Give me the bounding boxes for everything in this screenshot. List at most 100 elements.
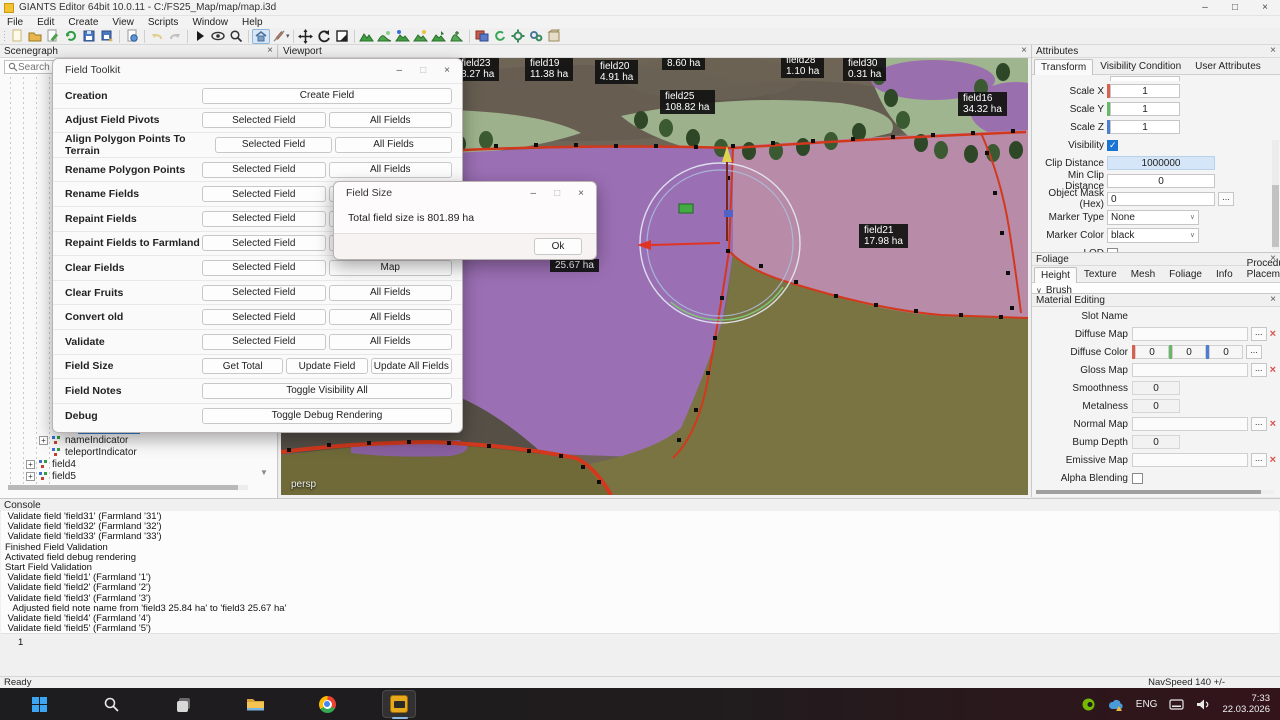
toolkit-button[interactable]: Selected Field [202,285,326,301]
min-clip-distance-input[interactable] [1107,174,1215,188]
scenegraph-close-icon[interactable]: × [267,46,273,56]
terrain-detail-icon[interactable] [448,29,466,44]
metalness-input[interactable] [1132,399,1180,413]
expander-icon[interactable]: + [26,472,35,481]
attributes-tab-visibility-condition[interactable]: Visibility Condition [1093,58,1188,74]
menu-item-edit[interactable]: Edit [30,17,61,28]
camera-home-icon[interactable] [252,29,270,44]
reload-icon[interactable] [62,29,80,44]
zoom-icon[interactable] [227,29,245,44]
expander-icon[interactable]: + [39,436,48,445]
foliage-tab-foliage[interactable]: Foliage [1162,266,1209,282]
scenegraph-hscrollbar[interactable] [8,485,248,490]
foliage-tab-procedural-placement[interactable]: Procedural Placement [1240,255,1280,282]
undo-icon[interactable] [148,29,166,44]
marker-color-select[interactable]: black∨ [1107,228,1199,243]
toolkit-button[interactable]: Toggle Visibility All [202,383,452,399]
scale-y-input[interactable] [1110,102,1180,116]
scenegraph-item[interactable]: +field5 [0,470,270,482]
attributes-vscrollbar[interactable] [1272,140,1279,250]
smoothness-input[interactable] [1132,381,1180,395]
diffuse-color-b-input[interactable] [1209,345,1243,359]
expander-icon[interactable]: + [26,460,35,469]
draw-mode-caret-icon[interactable]: ▾ [286,32,290,40]
emissive-map-field[interactable] [1132,453,1248,467]
redo-icon[interactable] [166,29,184,44]
toolkit-button[interactable]: Selected Field [202,235,326,251]
foliage-tab-texture[interactable]: Texture [1077,266,1124,282]
diffuse-color-r-input[interactable] [1135,345,1169,359]
toolkit-button[interactable]: Toggle Debug Rendering [202,408,452,424]
toolkit-button[interactable]: All Fields [329,285,453,301]
foliage-tab-height[interactable]: Height [1034,267,1077,283]
field-toolkit-titlebar[interactable]: Field Toolkit – □ × [53,59,462,81]
menu-item-create[interactable]: Create [61,17,105,28]
chrome-button[interactable] [310,690,344,718]
emissive-map-remove-icon[interactable]: × [1270,454,1276,466]
toolkit-button[interactable]: All Fields [329,334,453,350]
scale-z-input[interactable] [1110,120,1180,134]
window-restore-button[interactable]: □ [1220,0,1250,15]
cloud-tray-icon[interactable] [1108,698,1124,711]
toolkit-button[interactable]: Selected Field [215,137,332,153]
toolkit-button[interactable]: All Fields [329,162,453,178]
menu-item-scripts[interactable]: Scripts [141,17,186,28]
replace-material-icon[interactable] [473,29,491,44]
console-log[interactable]: Validate field 'field31' (Farmland '31')… [1,511,1279,634]
taskbar-clock[interactable]: 7:33 22.03.2026 [1222,693,1270,715]
scenegraph-item[interactable]: +field4 [0,458,270,470]
foliage-tab-info[interactable]: Info [1209,266,1240,282]
normal-map-browse-button[interactable]: ... [1251,417,1267,431]
object-mask-input[interactable] [1107,192,1215,206]
toolkit-button[interactable]: All Fields [335,137,452,153]
taskbar-search-button[interactable] [94,690,128,718]
open-file-icon[interactable] [26,29,44,44]
scenegraph-item[interactable]: +nameIndicator [0,434,270,446]
terrain-smooth-icon[interactable] [376,29,394,44]
visibility-eye-icon[interactable] [209,29,227,44]
toolkit-button[interactable]: Update All Fields [371,358,452,374]
scale-x-input[interactable] [1110,84,1180,98]
menu-item-window[interactable]: Window [185,17,235,28]
gloss-map-remove-icon[interactable]: × [1270,364,1276,376]
toolkit-button[interactable]: Selected Field [202,309,326,325]
clip-distance-value[interactable]: 1000000 [1107,156,1215,170]
task-view-button[interactable] [166,690,200,718]
toolkit-button[interactable]: Map [329,260,453,276]
bump-depth-input[interactable] [1132,435,1180,449]
scroll-down-icon[interactable]: ▼ [260,468,268,477]
foliage-tab-mesh[interactable]: Mesh [1124,266,1162,282]
toolkit-button[interactable]: Selected Field [202,211,326,227]
rotate-mode-icon[interactable] [315,29,333,44]
gloss-map-field[interactable] [1132,363,1248,377]
material-close-icon[interactable]: × [1270,295,1276,305]
marker-type-select[interactable]: None∨ [1107,210,1199,225]
dialog-close-button[interactable]: × [444,65,450,76]
menu-item-help[interactable]: Help [235,17,270,28]
toolkit-button[interactable]: All Fields [329,112,453,128]
viewport-close-icon[interactable]: × [1021,46,1027,56]
menu-item-view[interactable]: View [105,17,141,28]
terrain-paint-icon[interactable] [412,29,430,44]
toolkit-button[interactable]: Create Field [202,88,452,104]
console-input[interactable]: 1 [18,637,23,648]
toolkit-button[interactable]: Selected Field [202,186,326,202]
emissive-map-browse-button[interactable]: ... [1251,453,1267,467]
material-hscrollbar[interactable] [1036,490,1274,494]
translate-mode-icon[interactable] [297,29,315,44]
toolkit-button[interactable]: Selected Field [202,162,326,178]
dialog-close-button[interactable]: × [578,188,584,199]
new-file-icon[interactable] [8,29,26,44]
share-file-icon[interactable] [123,29,141,44]
toolkit-button[interactable]: Selected Field [202,260,326,276]
play-icon[interactable] [191,29,209,44]
scenegraph-item[interactable]: teleportIndicator [0,446,270,458]
plugins-gear-icon[interactable] [527,29,545,44]
window-minimize-button[interactable]: – [1190,0,1220,15]
toolkit-button[interactable]: Get Total [202,358,283,374]
speaker-icon[interactable] [1196,698,1210,711]
visibility-checkbox[interactable] [1107,140,1118,151]
start-button[interactable] [22,690,56,718]
package-icon[interactable] [545,29,563,44]
normal-map-remove-icon[interactable]: × [1270,418,1276,430]
